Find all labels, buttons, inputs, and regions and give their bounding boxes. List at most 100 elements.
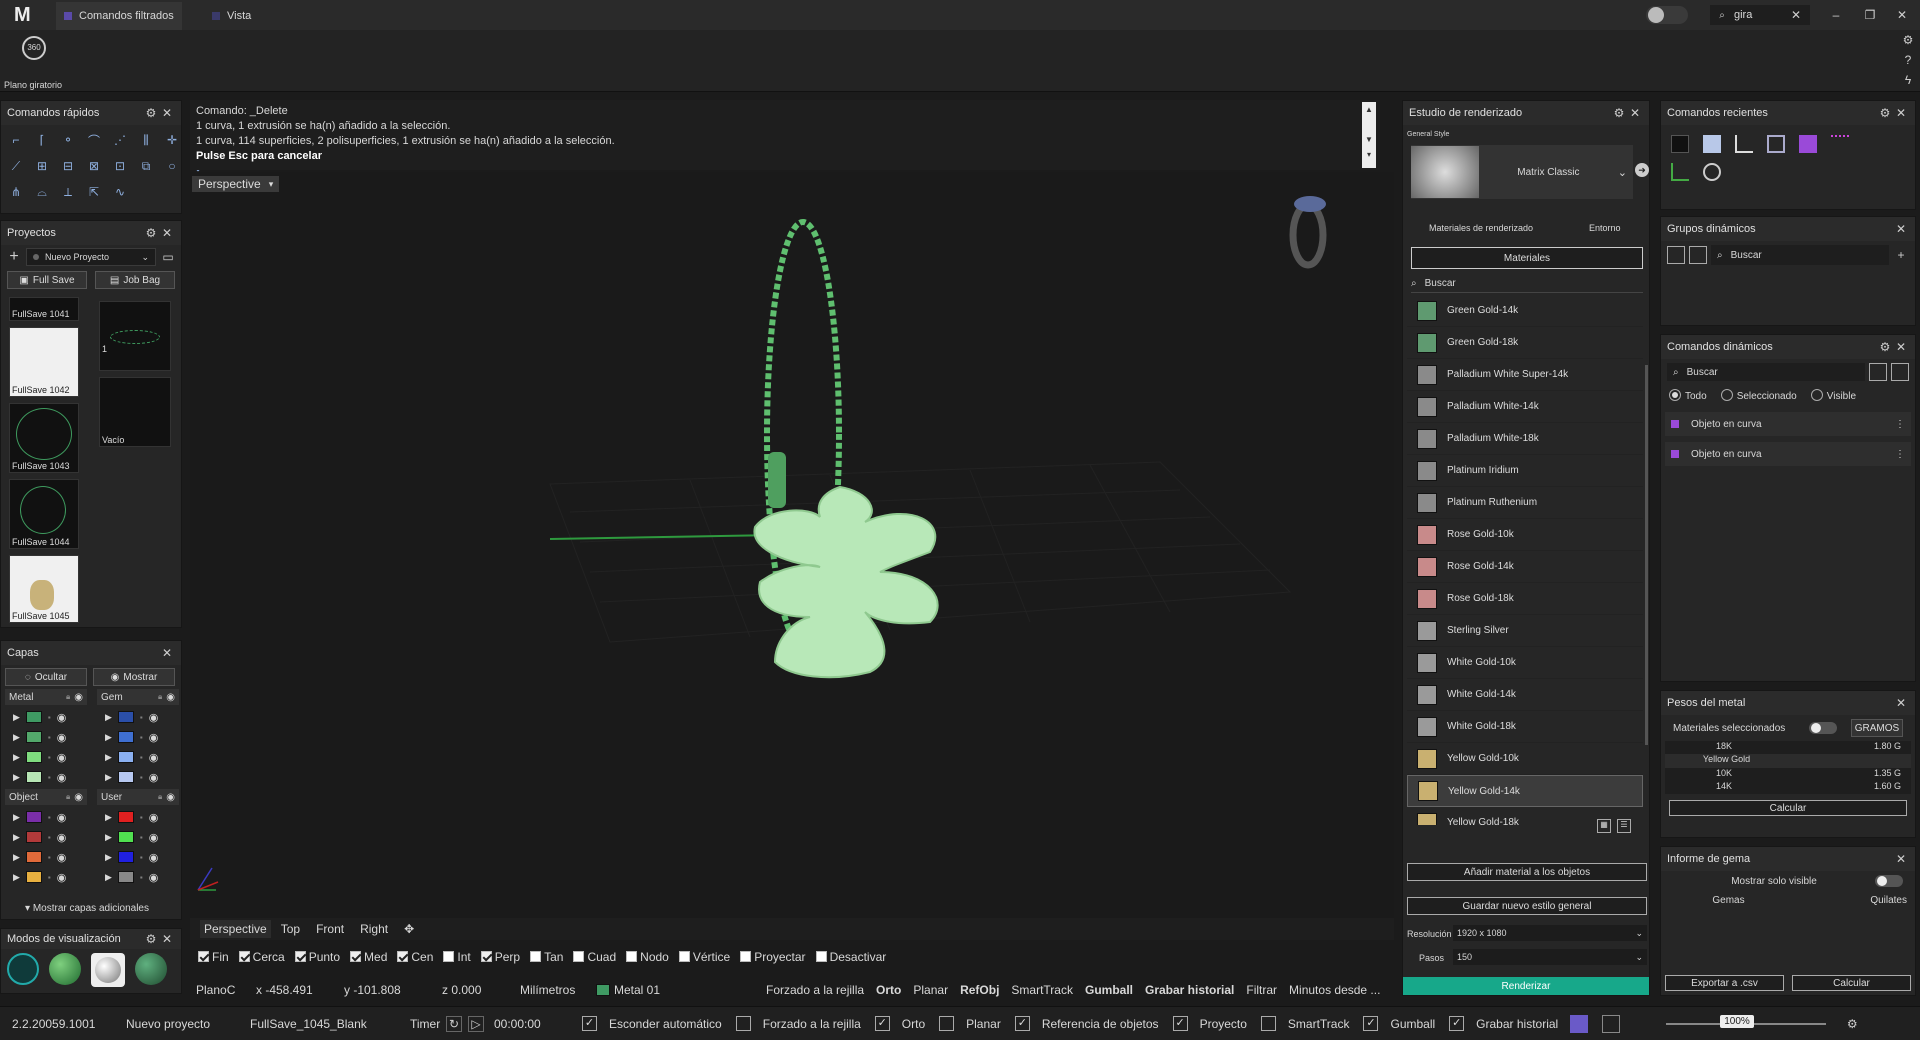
lock-icon[interactable]: ▪ — [140, 753, 143, 762]
current-layer[interactable]: Metal 01 — [596, 983, 766, 997]
expand-icon[interactable]: ▶ — [105, 832, 112, 843]
toggle-checkbox[interactable]: ✓ — [874, 1016, 890, 1031]
layer-row[interactable]: ▶ ▪ ◉ — [13, 849, 89, 865]
project-thumb[interactable]: Vacío — [99, 377, 171, 447]
sort-icon[interactable] — [1869, 363, 1887, 381]
material-item[interactable]: Platinum Iridium — [1407, 455, 1643, 487]
osnap-checkbox[interactable] — [626, 951, 638, 962]
units-label[interactable]: Milímetros — [520, 983, 596, 997]
lock-icon[interactable]: ▪ — [48, 773, 51, 782]
osnap-checkbox[interactable] — [530, 951, 542, 962]
layer-row[interactable]: ▶ ▪ ◉ — [13, 829, 89, 845]
expand-icon[interactable]: ▶ — [105, 872, 112, 883]
osnap-checkbox[interactable] — [238, 951, 250, 962]
lock-icon[interactable]: ▪ — [140, 873, 143, 882]
expand-icon[interactable]: ▶ — [105, 772, 112, 783]
points-icon[interactable] — [1831, 135, 1849, 153]
material-item[interactable]: Rose Gold-14k — [1407, 551, 1643, 583]
bottom-toggle[interactable]: ✓ Esconder automático — [582, 1016, 722, 1031]
clear-search-icon[interactable]: ✕ — [1788, 7, 1804, 23]
tab-perspective[interactable]: Perspective — [200, 920, 271, 938]
osnap-7[interactable]: Tan — [530, 950, 563, 964]
list-item[interactable]: Objeto en curva ⋮ — [1665, 412, 1911, 436]
gear-icon[interactable]: ⚙ — [1877, 339, 1893, 355]
toggle-checkbox[interactable] — [1260, 1016, 1276, 1031]
expand-icon[interactable]: ▶ — [105, 812, 112, 823]
close-icon[interactable]: ✕ — [1893, 695, 1909, 711]
grid-layout-icon[interactable] — [1767, 135, 1785, 153]
project-select[interactable]: Nuevo Proyecto ⌄ — [26, 248, 156, 266]
toggle-checkbox[interactable]: ✓ — [582, 1016, 597, 1031]
table-icon[interactable] — [1667, 246, 1685, 264]
bottom-toggle[interactable]: Forzado a la rejilla — [735, 1016, 861, 1031]
osnap-12[interactable]: Desactivar — [815, 950, 886, 964]
layer-color-swatch[interactable] — [117, 771, 134, 783]
viewport[interactable]: Perspective ▾ — [190, 172, 1394, 918]
commands-search[interactable]: ⌕ Buscar — [1667, 363, 1865, 381]
gear-icon[interactable]: ⚙ — [1877, 105, 1893, 121]
bottom-toggle[interactable]: Planar — [939, 1016, 1001, 1031]
user-avatar[interactable] — [1646, 6, 1688, 24]
eye-icon[interactable]: ◉ — [149, 751, 159, 764]
material-item[interactable]: Yellow Gold-14k — [1407, 775, 1643, 807]
toggle-checkbox[interactable] — [735, 1016, 751, 1031]
material-item[interactable]: White Gold-10k — [1407, 647, 1643, 679]
project-thumb[interactable]: 1 — [99, 301, 171, 371]
quick-command-icon[interactable]: ○ — [161, 155, 183, 177]
save-style-button[interactable]: Guardar nuevo estilo general — [1407, 897, 1647, 915]
lock-icon[interactable]: 🔒︎ — [158, 792, 162, 802]
lock-icon[interactable]: ▪ — [48, 753, 51, 762]
radio-visible[interactable]: Visible — [1810, 389, 1856, 402]
render-button[interactable]: Renderizar — [1403, 977, 1649, 995]
toggle-checkbox[interactable]: ✓ — [1363, 1016, 1379, 1031]
list-icon[interactable] — [1602, 1014, 1621, 1033]
osnap-checkbox[interactable] — [198, 951, 209, 962]
eye-icon[interactable]: ◉ — [57, 711, 67, 724]
steps-select[interactable]: 150 ⌄ — [1453, 949, 1647, 965]
osnap-checkbox[interactable] — [397, 951, 409, 962]
resolution-select[interactable]: 1920 x 1080 ⌄ — [1453, 925, 1647, 941]
eye-icon[interactable]: ◉ — [74, 792, 83, 803]
layer-group-header[interactable]: Metal 🔒︎ ◉ — [5, 689, 87, 705]
layer-color-swatch[interactable] — [25, 851, 42, 863]
lock-icon[interactable]: ▪ — [140, 833, 143, 842]
quick-command-icon[interactable]: ⋔ — [5, 181, 27, 203]
rendered-mode-icon[interactable] — [91, 953, 125, 987]
expand-icon[interactable]: ▶ — [105, 852, 112, 863]
app-logo[interactable]: M — [14, 4, 36, 26]
quick-command-icon[interactable]: ⊞ — [31, 155, 53, 177]
status-toggle[interactable]: Forzado a la rejilla — [766, 983, 864, 997]
layer-row[interactable]: ▶ ▪ ◉ — [13, 869, 89, 885]
layer-color-swatch[interactable] — [25, 711, 42, 723]
add-viewport-icon[interactable]: ✥ — [398, 920, 420, 938]
quick-command-icon[interactable]: ∿ — [109, 181, 131, 203]
quick-command-icon[interactable]: ⌓ — [31, 181, 53, 203]
layer-color-swatch[interactable] — [25, 831, 42, 843]
osnap-checkbox[interactable] — [573, 951, 585, 962]
settings-icon[interactable]: ⚙ — [1844, 1016, 1860, 1032]
lock-icon[interactable]: ▪ — [140, 773, 143, 782]
bottom-toggle[interactable]: ✓ Proyecto — [1172, 1016, 1247, 1031]
search-input[interactable]: gira — [1734, 9, 1788, 21]
toggle-checkbox[interactable]: ✓ — [1014, 1016, 1030, 1031]
layer-row[interactable]: ▶ ▪ ◉ — [105, 729, 181, 745]
status-toggle[interactable]: Minutos desde ... — [1289, 983, 1380, 997]
lock-icon[interactable]: 🔒︎ — [66, 692, 70, 702]
gear-icon[interactable]: ⚙ — [143, 225, 159, 241]
osnap-checkbox[interactable] — [294, 951, 306, 962]
close-icon[interactable]: ✕ — [1893, 221, 1909, 237]
osnap-5[interactable]: Int — [443, 950, 471, 964]
more-icon[interactable]: ⋮ — [1895, 419, 1905, 430]
status-toggle[interactable]: Filtrar — [1246, 983, 1277, 997]
close-icon[interactable]: ✕ — [159, 645, 175, 661]
sort-icon[interactable] — [1689, 246, 1707, 264]
layer-row[interactable]: ▶ ▪ ◉ — [105, 869, 181, 885]
layer-row[interactable]: ▶ ▪ ◉ — [105, 769, 181, 785]
toggle-checkbox[interactable] — [939, 1016, 955, 1031]
eye-icon[interactable]: ◉ — [149, 811, 159, 824]
expand-icon[interactable]: ▶ — [13, 812, 20, 823]
expand-icon[interactable]: ▶ — [13, 832, 20, 843]
toggle-checkbox[interactable]: ✓ — [1449, 1016, 1465, 1031]
arrow-right-icon[interactable]: ➜ — [1635, 163, 1649, 177]
show-layers-button[interactable]: ◉ Mostrar — [93, 668, 175, 686]
